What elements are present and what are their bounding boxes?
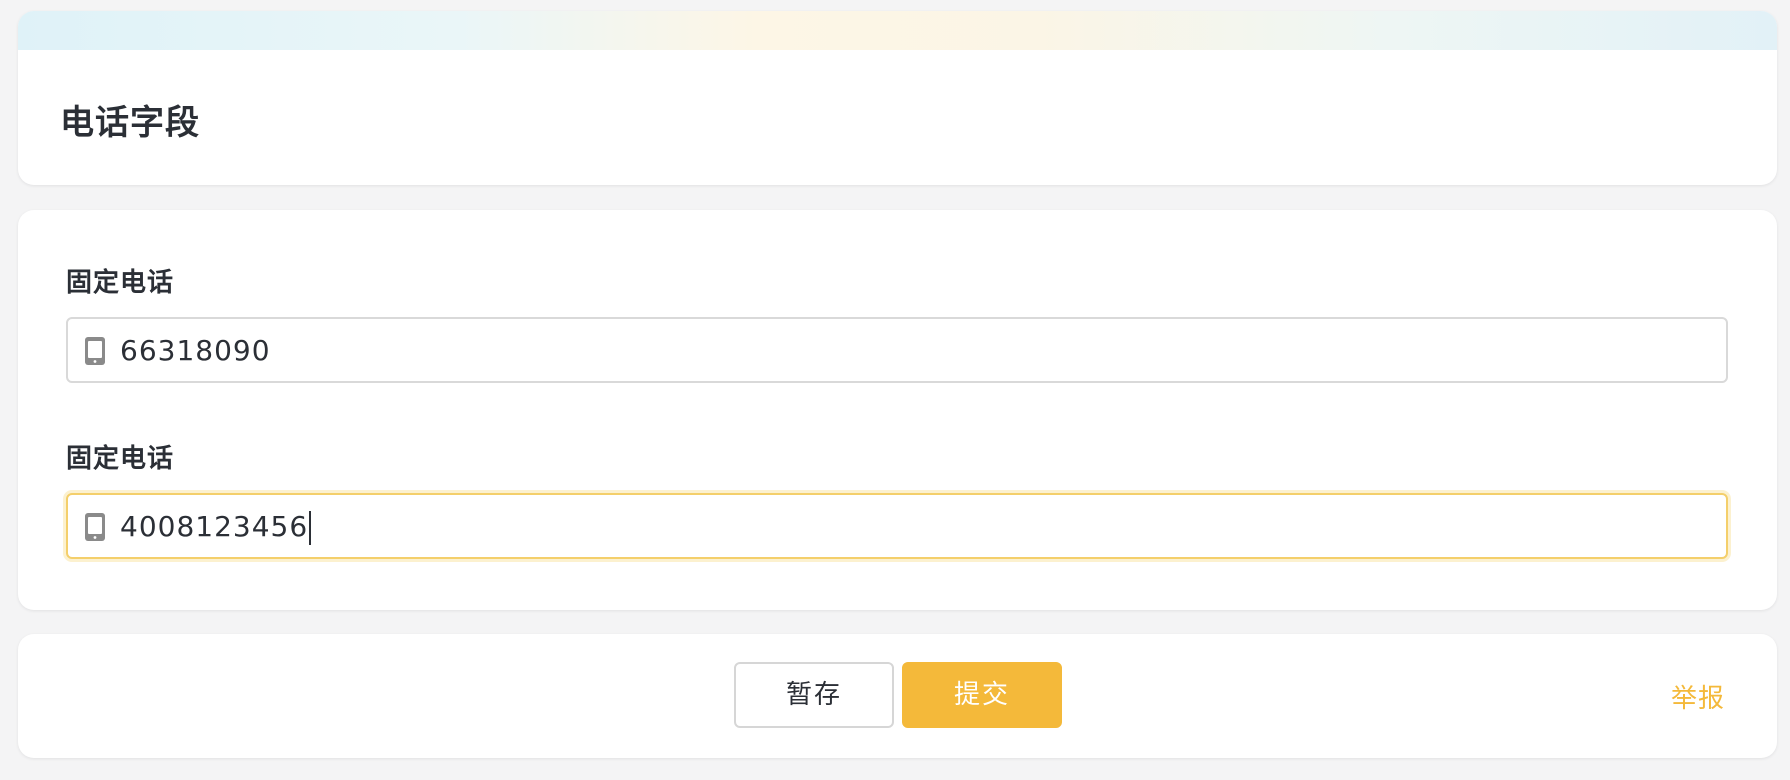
landline-input-2-value-wrap: 4008123456: [120, 509, 312, 545]
field-label-landline-1: 固定电话: [66, 268, 175, 298]
landline-input-1-value: 66318090: [120, 334, 271, 367]
text-caret: [309, 511, 312, 545]
save-draft-button[interactable]: 暂存: [734, 662, 894, 728]
header-gradient-strip: [18, 11, 1777, 50]
submit-button[interactable]: 提交: [902, 662, 1062, 728]
report-link[interactable]: 举报: [1671, 678, 1725, 715]
landline-input-1[interactable]: 66318090: [66, 317, 1728, 383]
action-bar: 暂存 提交 举报: [18, 634, 1777, 758]
mobile-phone-icon: [85, 513, 105, 541]
landline-input-2-value: 4008123456: [120, 510, 309, 543]
title-card: 电话字段: [18, 11, 1777, 185]
form-card: 固定电话 66318090 固定电话 4008123456: [18, 210, 1777, 610]
mobile-phone-icon: [85, 337, 105, 365]
field-label-landline-2: 固定电话: [66, 444, 175, 474]
landline-input-2[interactable]: 4008123456: [66, 493, 1728, 559]
page-title: 电话字段: [60, 103, 200, 143]
